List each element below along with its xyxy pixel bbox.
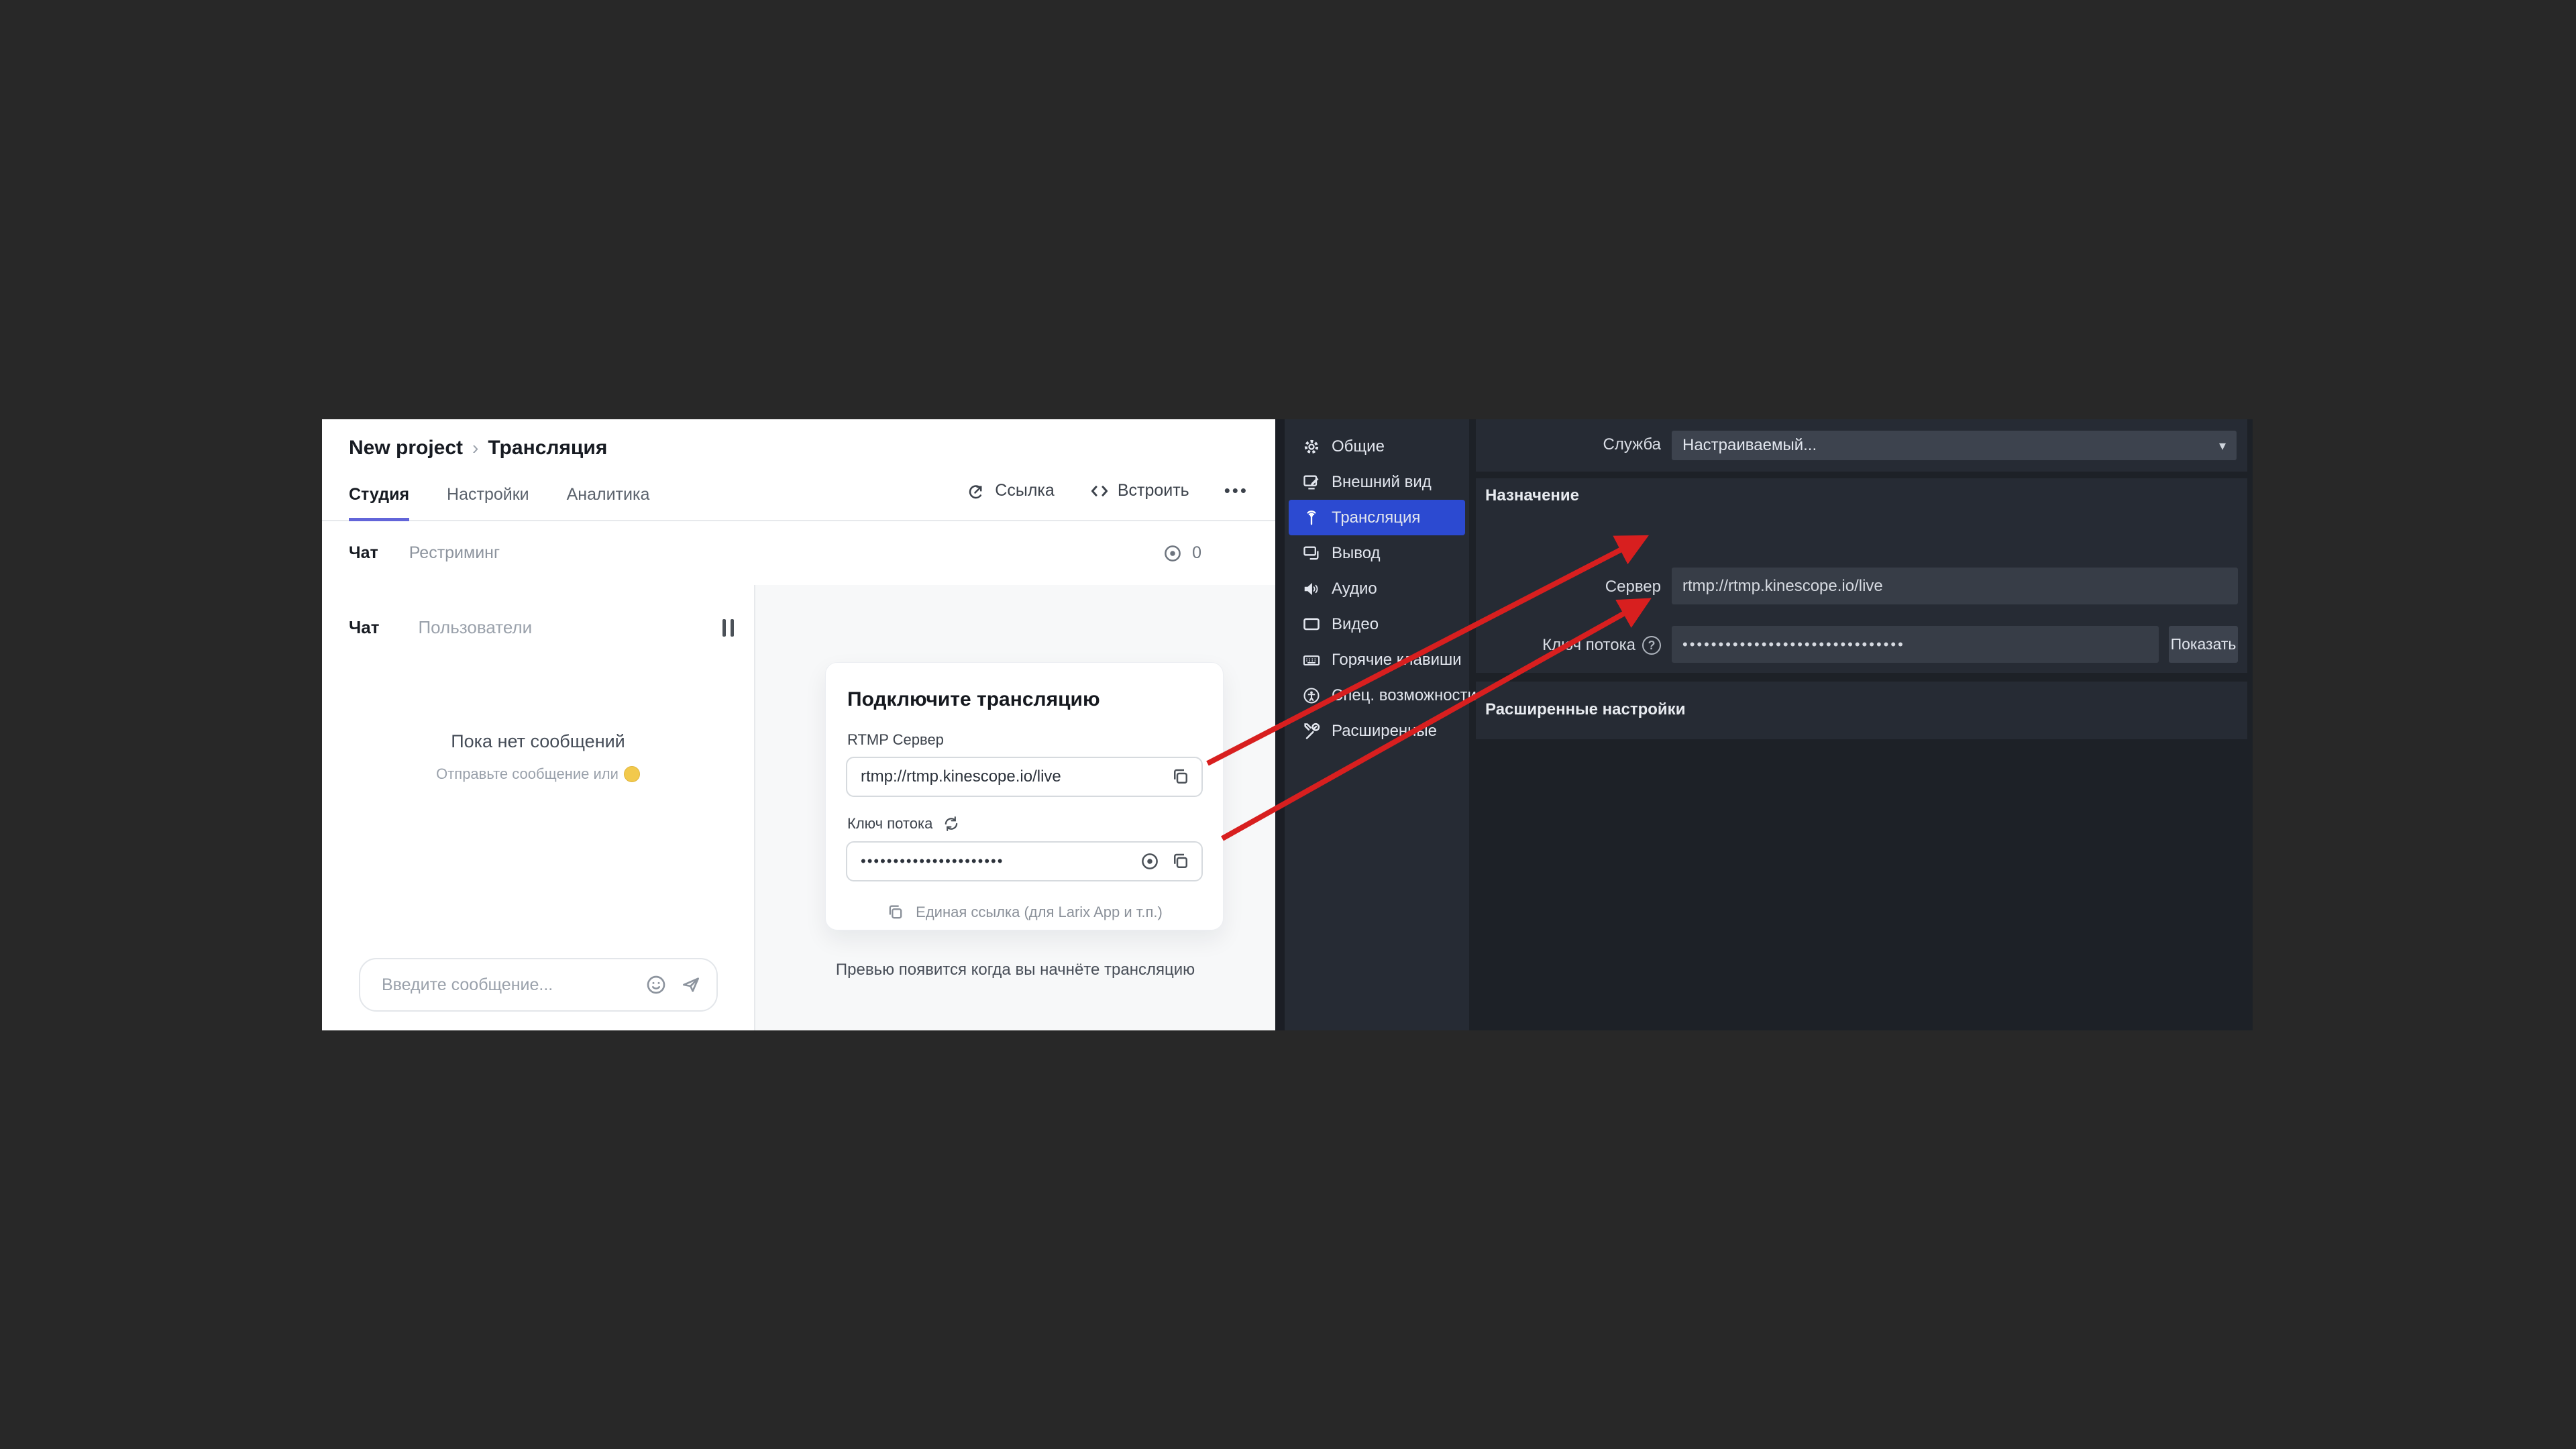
sidebar-item-stream[interactable]: Трансляция [1289,500,1465,535]
service-value: Настраиваемый... [1682,436,1817,455]
chat-empty-state: Пока нет сообщений Отправьте сообщение и… [322,731,754,783]
appearance-icon [1302,473,1321,492]
breadcrumb-project[interactable]: New project [349,437,463,460]
embed-icon [1089,481,1110,501]
screenshot-canvas: New project › Трансляция Студия Настройк… [0,0,2576,1449]
tools-icon [1302,722,1321,741]
chat-header-chat[interactable]: Чат [349,617,379,638]
chat-header-users[interactable]: Пользователи [418,617,532,638]
sidebar-item-accessibility[interactable]: Спец. возможности [1289,678,1465,713]
stream-key-field[interactable]: •••••••••••••••••••••• [846,841,1203,881]
advanced-section: Расширенные настройки [1476,682,2247,739]
server-input[interactable]: rtmp://rtmp.kinescope.io/live [1672,568,2238,604]
breadcrumb-page: Трансляция [488,437,607,460]
obs-sidebar: Общие Внешний вид Трансляция Вывод Аудио… [1275,419,1469,1030]
kinescope-panel: New project › Трансляция Студия Настройк… [322,419,1275,1030]
chat-empty-title: Пока нет сообщений [322,731,754,752]
sub-tabs: Чат Рестриминг [349,521,500,585]
rtmp-server-field[interactable]: rtmp://rtmp.kinescope.io/live [846,757,1203,797]
gear-icon [1302,437,1321,456]
kinescope-subheader: Чат Рестриминг 0 [322,521,1275,586]
keyboard-icon [1302,651,1321,669]
sidebar-item-general[interactable]: Общие [1289,429,1465,464]
viewers-count: 0 [1192,543,1201,563]
link-label: Ссылка [995,481,1055,500]
link-icon [967,481,987,501]
chat-message-box [359,958,718,1012]
output-icon [1302,544,1321,563]
tab-analytics[interactable]: Аналитика [567,485,650,521]
stream-key-label-row: Ключ потока [847,814,1203,833]
sidebar-item-output[interactable]: Вывод [1289,535,1465,571]
breadcrumb-separator-icon: › [472,437,478,459]
link-button[interactable]: Ссылка [967,481,1055,501]
stream-key-value: ••••••••••••••••••••••••••••••• [1682,636,1905,653]
tab-studio[interactable]: Студия [349,485,409,521]
single-link-button[interactable]: Единая ссылка (для Larix App и т.п.) [846,903,1203,922]
advanced-section-title: Расширенные настройки [1485,700,1685,719]
sidebar-item-appearance[interactable]: Внешний вид [1289,464,1465,500]
broadcast-icon [1302,508,1321,527]
smiley-emoji-icon [624,766,640,782]
chat-column-header: Чат Пользователи [349,617,734,638]
refresh-icon[interactable] [942,814,961,833]
server-value: rtmp://rtmp.kinescope.io/live [1682,577,1883,596]
service-label: Служба [1476,435,1661,454]
obs-settings-panel: Общие Внешний вид Трансляция Вывод Аудио… [1275,419,2253,1030]
kinescope-header: New project › Трансляция Студия Настройк… [322,419,1275,521]
video-icon [1302,615,1321,634]
stream-key-label: Ключ потока [847,815,932,833]
chevron-down-icon: ▾ [2219,437,2226,454]
sidebar-item-advanced[interactable]: Расширенные [1289,713,1465,749]
copy-icon[interactable] [1171,767,1191,787]
chat-empty-subtitle: Отправьте сообщение или [322,765,754,783]
sidebar-item-video[interactable]: Видео [1289,606,1465,642]
help-icon[interactable]: ? [1642,636,1661,655]
audio-icon [1302,580,1321,598]
emoji-picker-icon[interactable] [645,974,667,996]
sidebar-item-audio[interactable]: Аудио [1289,571,1465,606]
eye-icon [1163,543,1183,564]
pause-icon[interactable] [722,619,734,637]
subtab-restreaming[interactable]: Рестриминг [409,543,500,563]
sidebar-item-hotkeys[interactable]: Горячие клавиши [1289,642,1465,678]
viewers-counter: 0 [1163,521,1201,585]
accessibility-icon [1302,686,1321,705]
card-title: Подключите трансляцию [847,688,1203,711]
rtmp-server-value: rtmp://rtmp.kinescope.io/live [861,767,1160,786]
show-key-button[interactable]: Показать [2169,626,2238,663]
show-key-eye-icon[interactable] [1140,851,1160,871]
chat-message-input[interactable] [380,975,632,996]
obs-content: Служба Настраиваемый... ▾ Назначение Сер… [1469,419,2253,1030]
tab-settings[interactable]: Настройки [447,485,529,521]
header-actions: Ссылка Встроить ••• [967,480,1248,501]
service-section: Служба Настраиваемый... ▾ [1476,419,2247,472]
destination-section: Назначение Сервер rtmp://rtmp.kinescope.… [1476,478,2247,673]
kinescope-main: Чат Пользователи Пока нет сообщений Отпр… [322,585,1275,1030]
main-tabs: Студия Настройки Аналитика [349,485,649,521]
rtmp-server-label: RTMP Сервер [847,731,1203,749]
stream-key-value: •••••••••••••••••••••• [861,853,1129,870]
send-icon[interactable] [680,974,702,996]
preview-hint: Превью появится когда вы начнёте трансля… [755,961,1275,979]
stream-key-input[interactable]: ••••••••••••••••••••••••••••••• [1672,626,2159,663]
connect-stream-card: Подключите трансляцию RTMP Сервер rtmp:/… [825,662,1224,930]
service-dropdown[interactable]: Настраиваемый... ▾ [1672,431,2237,460]
subtab-chat[interactable]: Чат [349,543,378,563]
destination-section-title: Назначение [1485,486,1579,505]
copy-icon [886,903,905,922]
single-link-label: Единая ссылка (для Larix App и т.п.) [916,904,1163,921]
stream-key-label-row: Ключ потока ? [1476,636,1661,655]
copy-icon[interactable] [1171,851,1191,871]
embed-button[interactable]: Встроить [1089,481,1189,501]
embed-label: Встроить [1118,481,1189,500]
stream-key-label: Ключ потока [1542,636,1635,655]
more-menu-button[interactable]: ••• [1224,480,1248,501]
chat-column: Чат Пользователи Пока нет сообщений Отпр… [322,585,755,1030]
server-label: Сервер [1476,578,1661,596]
preview-area: Подключите трансляцию RTMP Сервер rtmp:/… [755,585,1275,1030]
breadcrumb: New project › Трансляция [349,437,607,460]
